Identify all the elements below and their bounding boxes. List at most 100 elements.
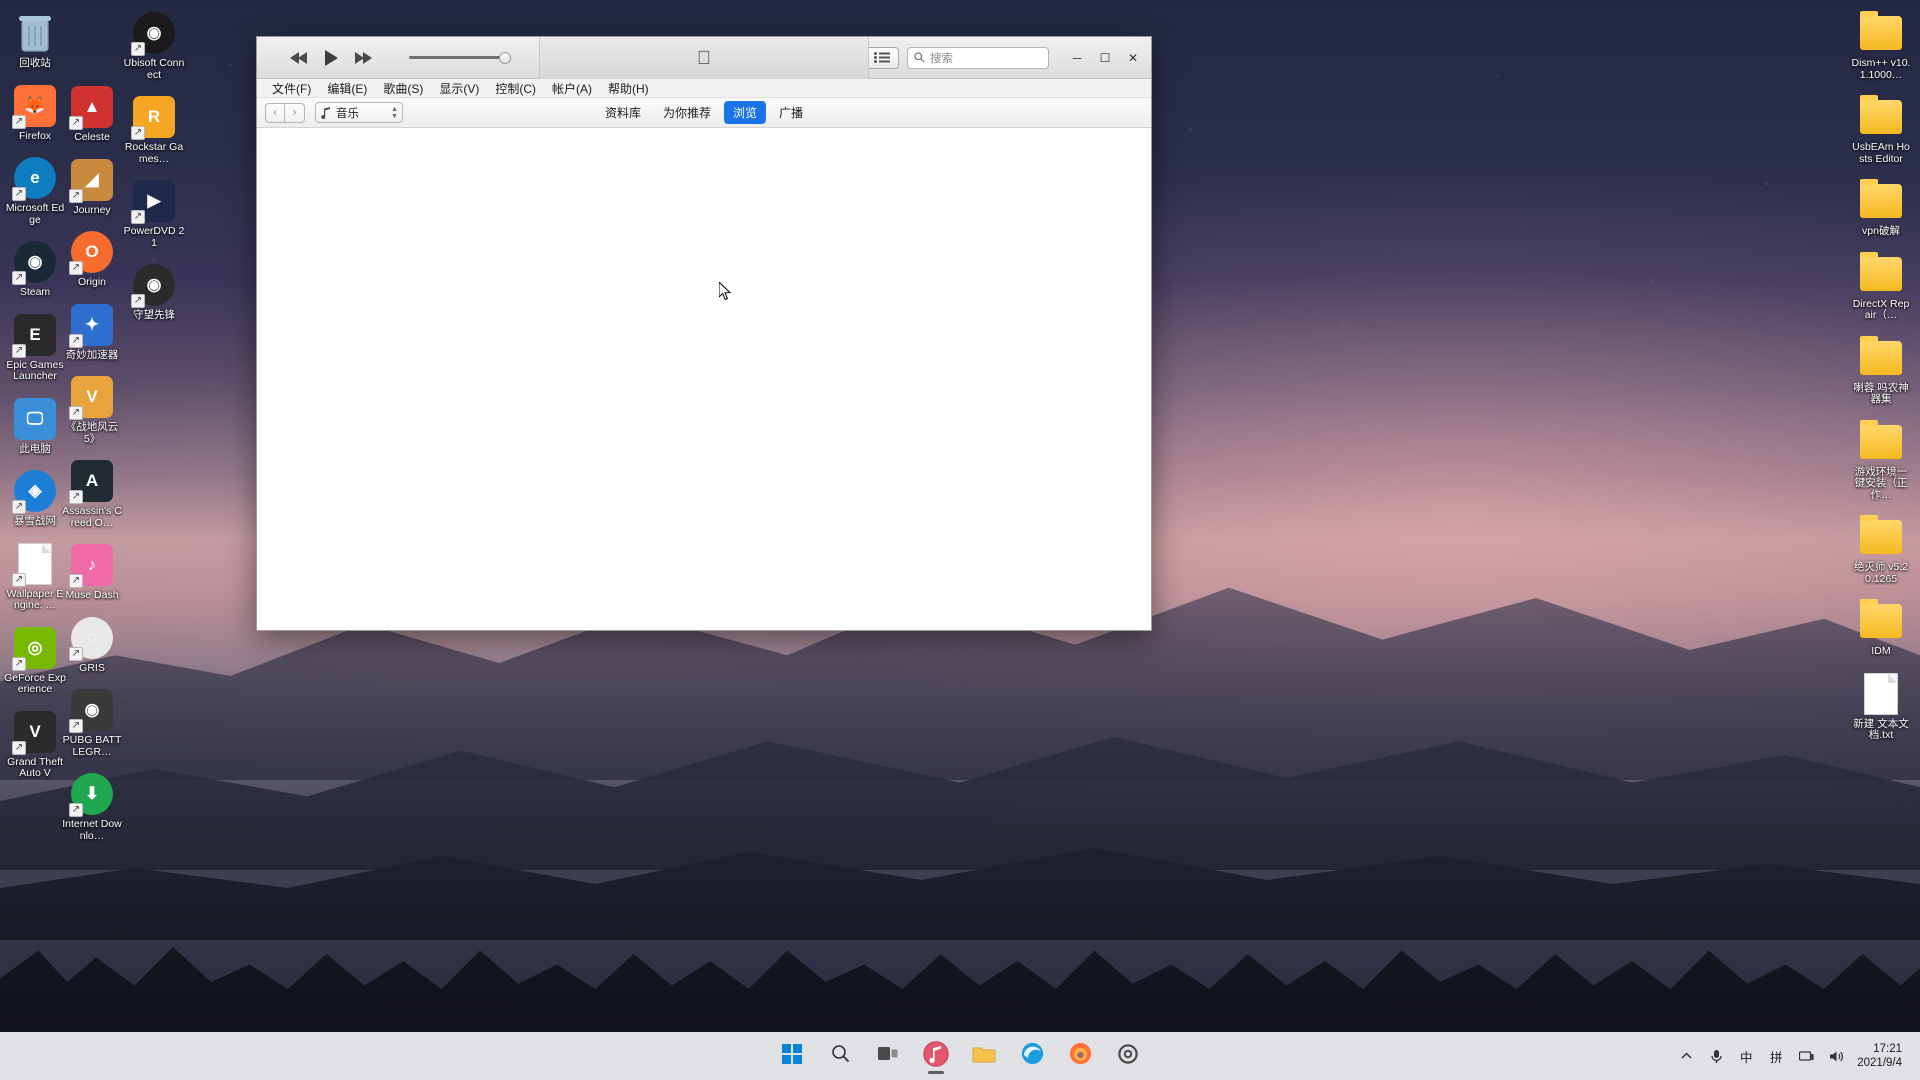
firefox-button[interactable] bbox=[1060, 1036, 1100, 1076]
itunes-content-area[interactable] bbox=[257, 128, 1151, 630]
shortcut-overlay-icon: ↗ bbox=[131, 210, 145, 224]
desktop-icon[interactable]: O ↗ Origin bbox=[61, 225, 123, 289]
volume-icon[interactable] bbox=[1823, 1039, 1849, 1073]
powerdvd-icon: ▶ ↗ bbox=[131, 178, 177, 224]
desktop-icon[interactable]: Dism++ v10.1.1000… bbox=[1850, 6, 1912, 81]
tab-广播[interactable]: 广播 bbox=[770, 101, 812, 124]
desktop-icon[interactable]: ↗ Wallpaper Engine: … bbox=[4, 537, 66, 612]
clock-time: 17:21 bbox=[1873, 1043, 1902, 1055]
desktop-icon-label: DirectX Repair（… bbox=[1852, 297, 1910, 321]
edge-button[interactable] bbox=[1012, 1036, 1052, 1076]
show-hidden-icons[interactable] bbox=[1673, 1039, 1699, 1073]
taskbar[interactable]: 中拼 17:21 2021/9/4 bbox=[0, 1032, 1920, 1080]
desktop-icon[interactable]: DirectX Repair（… bbox=[1850, 247, 1912, 322]
desktop-icon-label: PUBG BATTLEGR… bbox=[62, 734, 122, 758]
tab-浏览[interactable]: 浏览 bbox=[724, 101, 767, 124]
desktop-icon[interactable]: 游戏环境一键安装（正作… bbox=[1850, 415, 1912, 502]
desktop-icon[interactable]: ✦ ↗ 奇妙加速器 bbox=[61, 298, 123, 362]
desktop-icon-label: GeForce Experience bbox=[4, 671, 66, 695]
itunes-titlebar[interactable]:  搜索 ─ ☐ ✕ bbox=[257, 37, 1151, 79]
gta-v-icon: V ↗ bbox=[12, 709, 58, 755]
play-icon[interactable] bbox=[323, 49, 339, 67]
itunes-icon bbox=[923, 1040, 949, 1072]
nav-back-button[interactable]: ‹ bbox=[265, 102, 285, 123]
shortcut-overlay-icon: ↗ bbox=[69, 803, 83, 817]
desktop-icon[interactable]: vpn破解 bbox=[1850, 174, 1912, 238]
settings-button[interactable] bbox=[1108, 1036, 1148, 1076]
desktop-icon-label: Internet Downlo… bbox=[62, 818, 122, 842]
fast-forward-icon[interactable] bbox=[353, 51, 373, 65]
folder-icon bbox=[1858, 514, 1904, 560]
desktop-icon[interactable]: ◈ ↗ 暴雪战网 bbox=[4, 464, 66, 528]
desktop-icon[interactable]: IDM bbox=[1850, 594, 1912, 658]
desktop-icon[interactable]: ⬇ ↗ Internet Downlo… bbox=[61, 767, 123, 842]
shortcut-overlay-icon: ↗ bbox=[69, 116, 83, 130]
desktop-icon[interactable]: V ↗ Grand Theft Auto V bbox=[4, 705, 66, 780]
desktop-icon-label: Journey bbox=[73, 203, 111, 216]
desktop-icon[interactable]: ◉ ↗ PUBG BATTLEGR… bbox=[61, 683, 123, 758]
desktop-icon[interactable]: ◉ ↗ Ubisoft Connect bbox=[123, 6, 185, 81]
network-icon[interactable] bbox=[1793, 1039, 1819, 1073]
itunes-tabs: 资料库 为你推荐 浏览 广播 bbox=[596, 101, 812, 124]
desktop-icon[interactable]: A ↗ Assassin's Creed O… bbox=[61, 454, 123, 529]
desktop-icon[interactable]: R ↗ Rockstar Games… bbox=[123, 90, 185, 165]
search-button[interactable] bbox=[820, 1036, 860, 1076]
desktop-icon[interactable]: 🖵 此电脑 bbox=[4, 392, 66, 456]
shortcut-overlay-icon: ↗ bbox=[131, 126, 145, 140]
media-type-selector[interactable]: 音乐 ▲ ▼ bbox=[315, 102, 403, 123]
itunes-taskbar-button[interactable] bbox=[916, 1036, 956, 1076]
tab-为你推荐[interactable]: 为你推荐 bbox=[654, 101, 720, 124]
menu-item-歌曲S[interactable]: 歌曲(S) bbox=[376, 79, 430, 98]
menu-item-文件F[interactable]: 文件(F) bbox=[265, 79, 318, 98]
ime-mode[interactable]: 中 bbox=[1733, 1039, 1759, 1073]
rewind-icon[interactable] bbox=[289, 51, 309, 65]
microphone-icon[interactable] bbox=[1703, 1039, 1729, 1073]
desktop-icon[interactable]: 新建 文本文档.txt bbox=[1850, 667, 1912, 742]
menu-item-帮助H[interactable]: 帮助(H) bbox=[601, 79, 656, 98]
menu-item-控制C[interactable]: 控制(C) bbox=[488, 79, 543, 98]
volume-slider[interactable] bbox=[409, 51, 511, 64]
folder-icon bbox=[1858, 251, 1904, 297]
desktop-icon[interactable]: ▲ ↗ Celeste bbox=[61, 80, 123, 144]
task-view-button[interactable] bbox=[868, 1036, 908, 1076]
menu-item-帐户A[interactable]: 帐户(A) bbox=[545, 79, 599, 98]
nav-forward-button[interactable]: › bbox=[285, 102, 305, 123]
apple-logo-icon:  bbox=[697, 49, 711, 68]
desktop-icon[interactable]: ◎ ↗ GeForce Experience bbox=[4, 621, 66, 696]
desktop-icon[interactable]: 🦊 ↗ Firefox bbox=[4, 79, 66, 143]
desktop-icon[interactable]: ▶ ↗ PowerDVD 21 bbox=[123, 174, 185, 249]
list-view-icon[interactable] bbox=[865, 46, 899, 69]
shortcut-overlay-icon: ↗ bbox=[69, 574, 83, 588]
desktop-icon[interactable]: ◉ ↗ 守望先锋 bbox=[123, 258, 185, 322]
menu-item-显示V[interactable]: 显示(V) bbox=[432, 79, 486, 98]
close-button[interactable]: ✕ bbox=[1119, 43, 1147, 73]
desktop-icon[interactable]: V ↗ 《战地风云 5》 bbox=[61, 370, 123, 445]
menu-item-编辑E[interactable]: 编辑(E) bbox=[320, 79, 374, 98]
desktop-icon[interactable]: 回收站 bbox=[4, 6, 66, 70]
desktop-icon-label: UsbEAm Hosts Editor bbox=[1852, 141, 1910, 165]
desktop-icon[interactable]: UsbEAm Hosts Editor bbox=[1850, 90, 1912, 165]
volume-knob[interactable] bbox=[499, 51, 511, 64]
desktop-icon[interactable]: E ↗ Epic Games Launcher bbox=[4, 308, 66, 383]
shortcut-overlay-icon: ↗ bbox=[12, 114, 26, 129]
desktop-icon[interactable]: ♪ ↗ Muse Dash bbox=[61, 538, 123, 602]
desktop-icon[interactable]: ◉ ↗ Steam bbox=[4, 235, 66, 299]
ime-pinyin[interactable]: 拼 bbox=[1763, 1039, 1789, 1073]
minimize-button[interactable]: ─ bbox=[1063, 43, 1091, 73]
desktop-icon-column-3: ◉ ↗ Ubisoft Connect R ↗ Rockstar Games… ▶ ↗ Powe… bbox=[123, 6, 185, 331]
taskbar-clock[interactable]: 17:21 2021/9/4 bbox=[1853, 1036, 1910, 1076]
desktop-icon[interactable]: ◌ ↗ GRIS bbox=[61, 611, 123, 675]
desktop-icon[interactable]: 绝灭师 v5.20.1265 bbox=[1850, 510, 1912, 585]
file-explorer-button[interactable] bbox=[964, 1036, 1004, 1076]
desktop-icon[interactable]: e ↗ Microsoft Edge bbox=[4, 151, 66, 226]
itunes-window[interactable]:  搜索 ─ ☐ ✕ 文件 bbox=[256, 36, 1152, 631]
folder-icon bbox=[1858, 178, 1904, 224]
tab-资料库[interactable]: 资料库 bbox=[596, 101, 650, 124]
maximize-button[interactable]: ☐ bbox=[1091, 43, 1119, 73]
search-input[interactable]: 搜索 bbox=[907, 46, 1049, 69]
clock-date: 2021/9/4 bbox=[1857, 1057, 1902, 1069]
desktop-icon[interactable]: ◢ ↗ Journey bbox=[61, 153, 123, 217]
start-button[interactable] bbox=[772, 1036, 812, 1076]
playback-controls bbox=[257, 49, 511, 67]
desktop-icon[interactable]: 喇蓉 吗农神器集 bbox=[1850, 331, 1912, 406]
